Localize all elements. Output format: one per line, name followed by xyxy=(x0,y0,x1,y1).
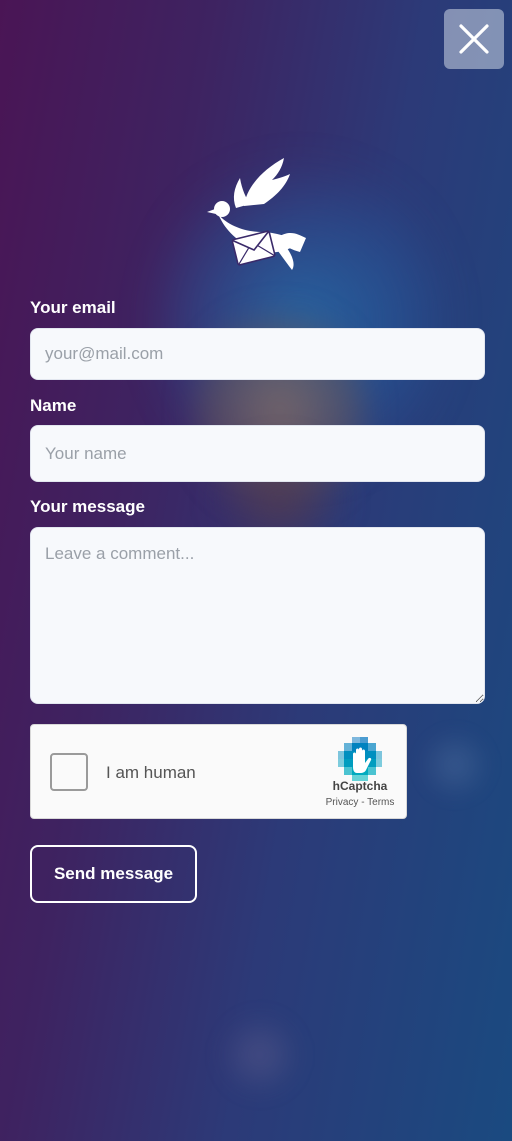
message-textarea[interactable] xyxy=(30,527,485,704)
message-label: Your message xyxy=(30,497,145,516)
captcha-label: I am human xyxy=(106,763,196,782)
hcaptcha-links: Privacy - Terms xyxy=(316,797,404,808)
name-field[interactable] xyxy=(30,425,485,482)
email-label: Your email xyxy=(30,298,116,317)
close-icon xyxy=(459,24,489,54)
close-button[interactable] xyxy=(444,9,504,69)
hcaptcha-brand: hCaptcha xyxy=(332,779,388,793)
dove-envelope-icon xyxy=(207,158,306,270)
email-field[interactable] xyxy=(30,328,485,380)
name-label: Name xyxy=(30,396,77,415)
captcha-widget: I am human hCaptcha Privacy - Terms xyxy=(30,724,407,819)
link-separator: - xyxy=(358,797,368,808)
captcha-checkbox[interactable] xyxy=(50,753,88,791)
terms-link[interactable]: Terms xyxy=(367,797,394,808)
privacy-link[interactable]: Privacy xyxy=(326,797,359,808)
hcaptcha-logo-icon xyxy=(338,737,382,781)
send-message-button[interactable]: Send message xyxy=(30,845,197,903)
